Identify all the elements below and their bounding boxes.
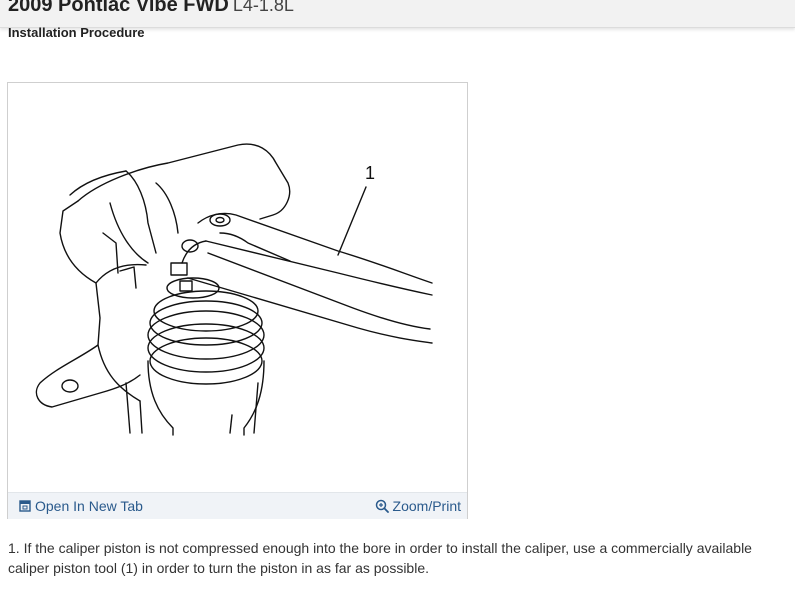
engine-spec: L4-1.8L: [232, 0, 294, 15]
page-header: 2009 Pontiac Vibe FWD L4-1.8L: [0, 0, 795, 28]
open-in-new-tab-label: Open In New Tab: [35, 498, 143, 514]
procedure-step-1: 1. If the caliper piston is not compress…: [8, 540, 752, 576]
vehicle-name: 2009 Pontiac Vibe FWD: [8, 0, 229, 16]
section-title: Installation Procedure: [8, 25, 145, 40]
caliper-piston-tool-illustration: 1: [35, 143, 433, 436]
zoom-print-link[interactable]: Zoom/Print: [375, 498, 461, 514]
zoom-print-label: Zoom/Print: [392, 498, 461, 514]
open-in-new-tab-icon: [19, 500, 31, 512]
callout-number: 1: [365, 163, 375, 183]
figure-toolbar: Open In New Tab Zoom/Print: [8, 492, 467, 519]
figure-container: 1 Open In New Tab Zoom/Print: [7, 82, 468, 519]
vehicle-title: 2009 Pontiac Vibe FWD L4-1.8L: [8, 0, 294, 17]
open-in-new-tab-link[interactable]: Open In New Tab: [19, 498, 143, 514]
zoom-in-icon: [375, 499, 389, 513]
